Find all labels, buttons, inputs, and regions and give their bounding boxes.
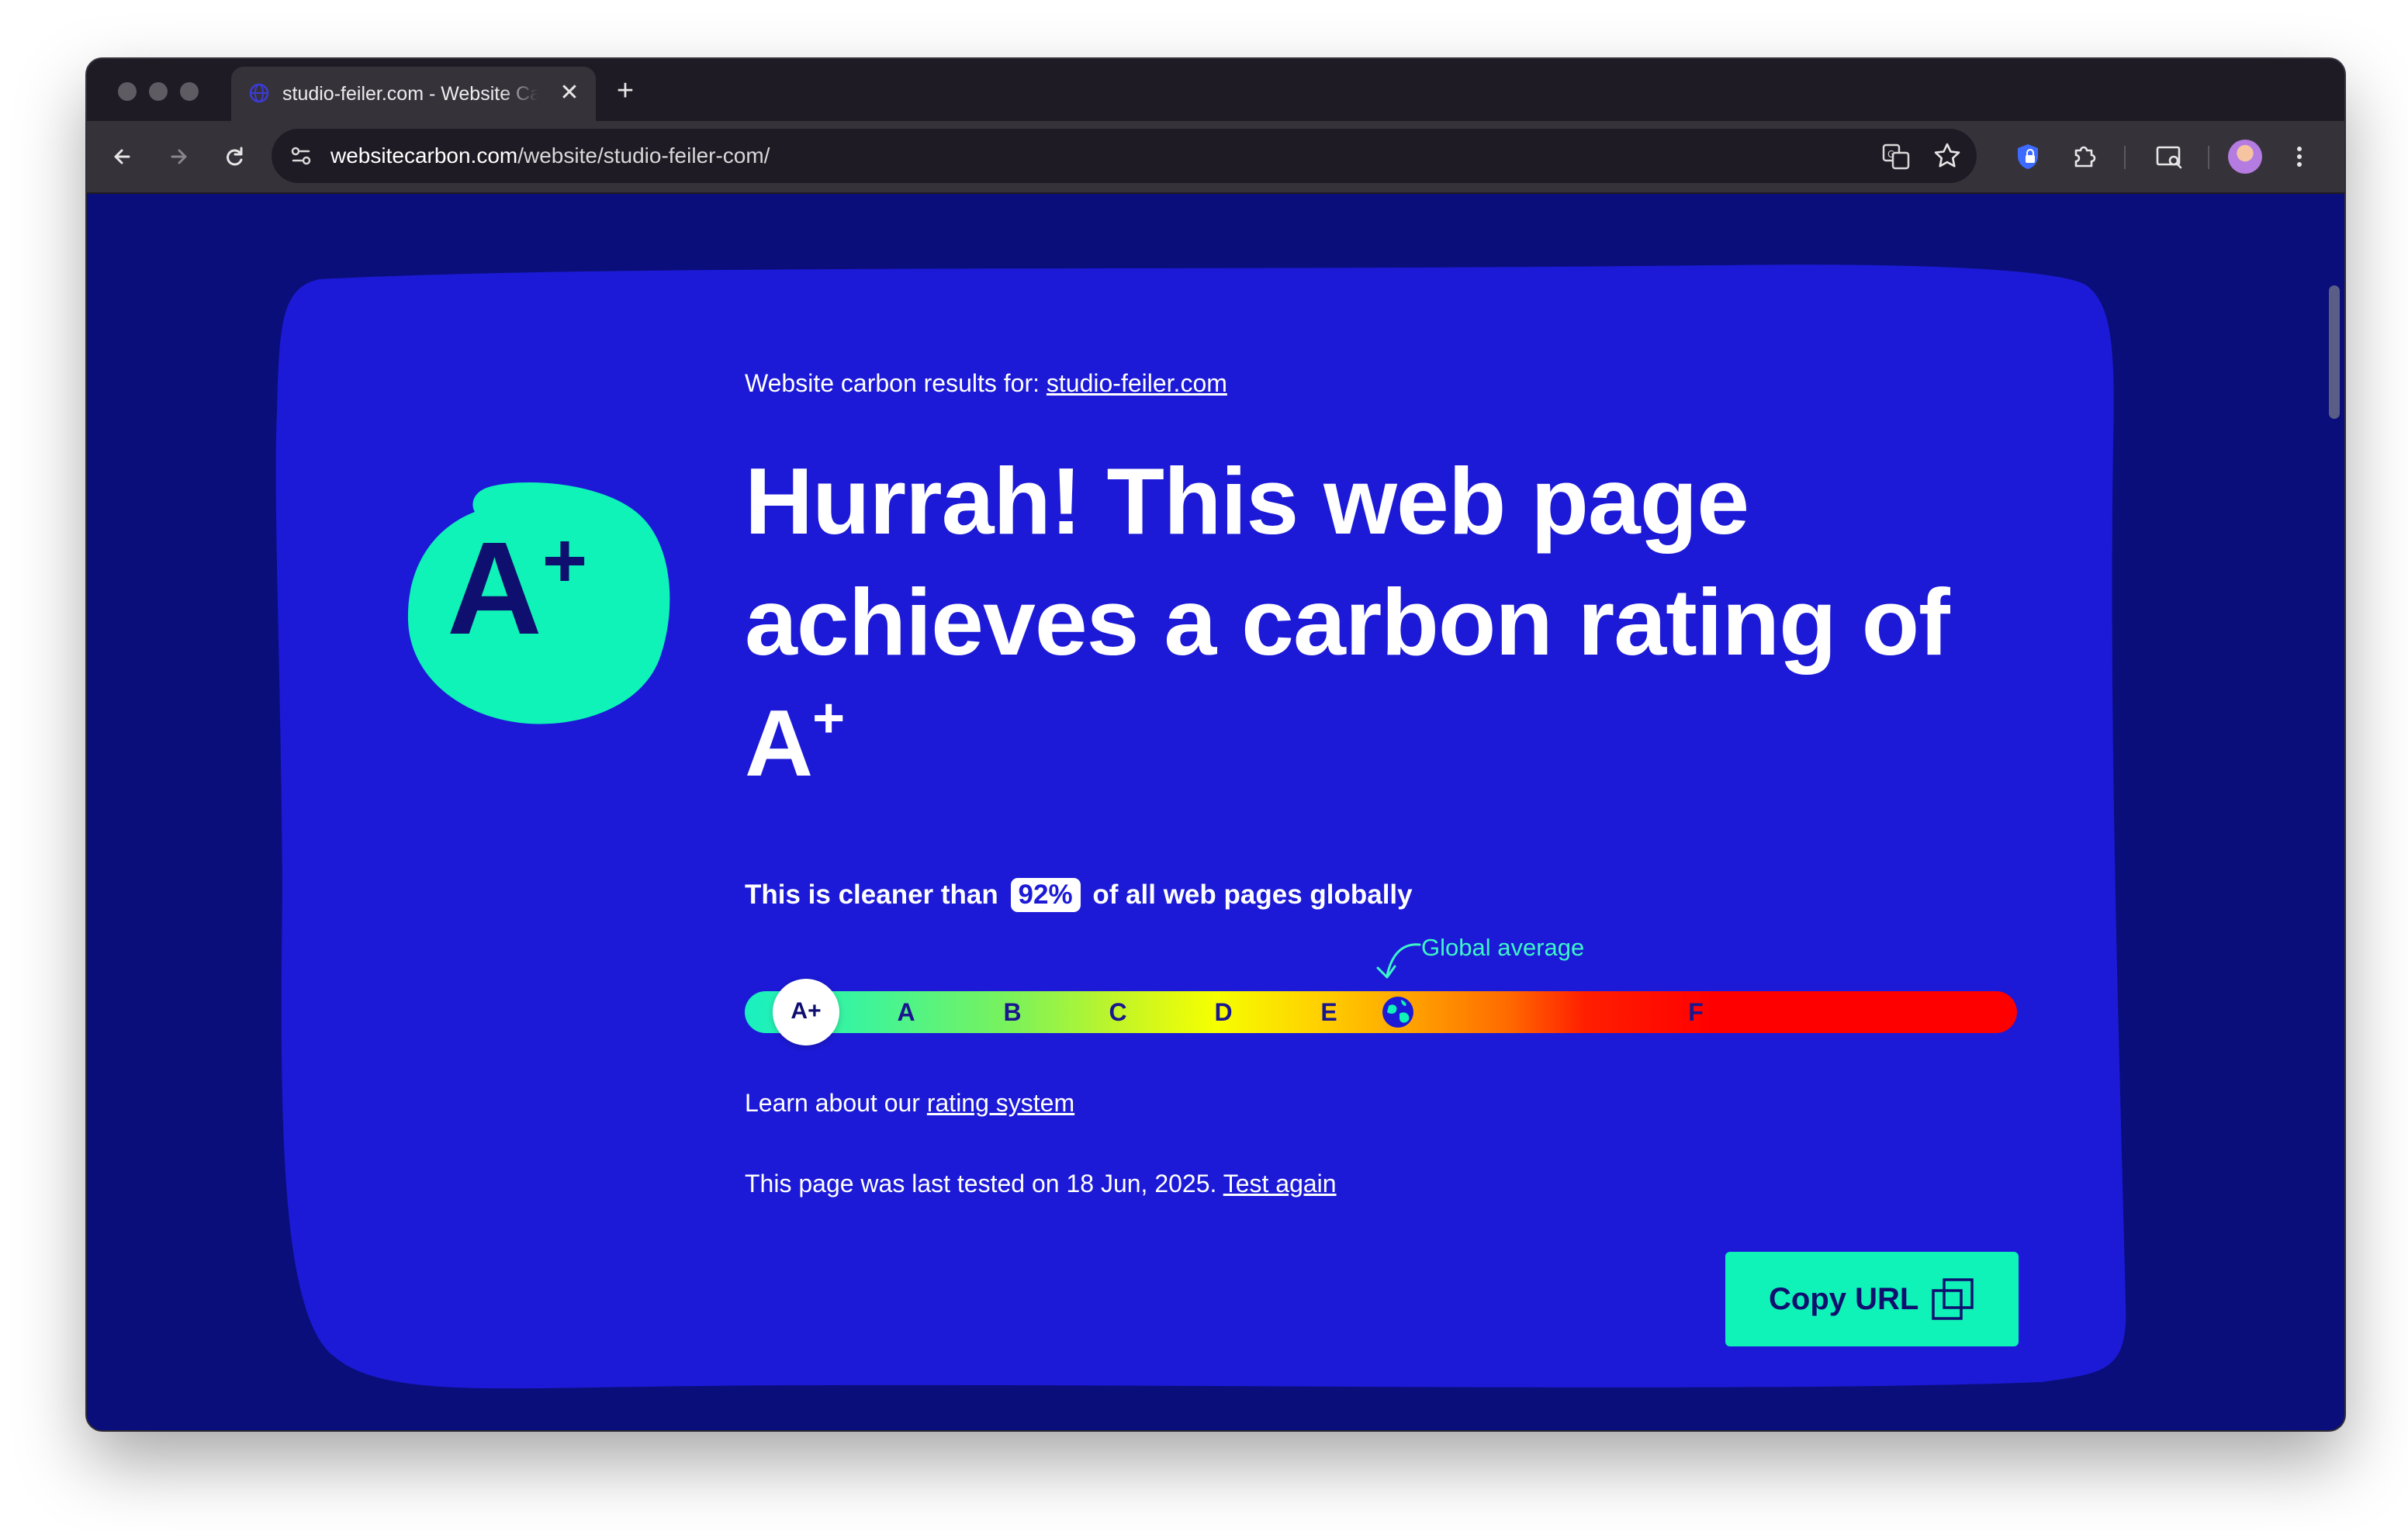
copy-icon	[1932, 1278, 1974, 1320]
results-for-label: Website carbon results for:	[745, 369, 1040, 397]
scrollbar-thumb[interactable]	[2329, 285, 2340, 419]
window-close-control[interactable]	[118, 82, 137, 101]
url-text[interactable]: websitecarbon.com/website/studio-feiler-…	[330, 143, 770, 168]
scale-letter: B	[1003, 998, 1022, 1026]
site-info-icon[interactable]	[284, 139, 318, 173]
test-again-link[interactable]: Test again	[1223, 1170, 1337, 1197]
copy-url-button[interactable]: Copy URL	[1725, 1252, 2019, 1346]
rating-system-link[interactable]: rating system	[927, 1089, 1074, 1117]
scale-letter: E	[1320, 998, 1337, 1026]
learn-line: Learn about our rating system	[745, 1089, 1075, 1117]
back-arrow-icon[interactable]	[106, 140, 140, 174]
page-title: Hurrah! This web page achieves a carbon …	[745, 448, 1950, 796]
url-host: websitecarbon.com	[330, 143, 518, 168]
reload-icon[interactable]	[217, 140, 251, 174]
window-zoom-control[interactable]	[180, 82, 199, 101]
window-minimize-control[interactable]	[149, 82, 168, 101]
tab-strip: studio-feiler.com - Website Carbon Calcu…	[87, 59, 2344, 121]
cleaner-than-text: This is cleaner than 92% of all web page…	[745, 878, 1413, 912]
copy-url-label: Copy URL	[1769, 1282, 1919, 1316]
globe-favicon-icon	[249, 83, 269, 103]
puzzle-icon[interactable]	[2067, 140, 2101, 174]
results-for-line: Website carbon results for: studio-feile…	[745, 369, 1227, 398]
scale-letter: D	[1214, 998, 1233, 1026]
forward-arrow-icon[interactable]	[161, 140, 195, 174]
tab-close-icon[interactable]: ✕	[557, 81, 582, 105]
curved-arrow-icon	[1376, 943, 1421, 979]
badge-grade: A+	[447, 515, 587, 662]
avatar[interactable]	[2228, 140, 2262, 174]
tab-active[interactable]: studio-feiler.com - Website Carbon Calcu…	[231, 67, 596, 121]
toolbar-divider	[2208, 146, 2209, 169]
last-tested-line: This page was last tested on 18 Jun, 202…	[745, 1170, 1337, 1197]
reading-mode-icon[interactable]	[2152, 140, 2186, 174]
percent-badge: 92%	[1010, 878, 1081, 912]
site-link[interactable]: studio-feiler.com	[1047, 369, 1227, 397]
scale-letter: C	[1109, 998, 1127, 1026]
tab-title: studio-feiler.com - Website Carbon Calcu…	[282, 83, 538, 105]
rating-scale: A B C D E F A+	[745, 979, 2017, 1045]
rating-badge: A+	[403, 481, 672, 727]
browser-toolbar: websitecarbon.com/website/studio-feiler-…	[87, 121, 2344, 194]
page-content: A+ Website carbon results for: studio-fe…	[87, 194, 2321, 1430]
global-average-label: Global average	[1421, 934, 1585, 961]
translate-icon[interactable]: G	[1879, 139, 1913, 173]
url-path: /website/studio-feiler-com/	[517, 143, 770, 168]
headline-grade: A	[745, 690, 813, 796]
headline-grade-plus: +	[812, 687, 845, 749]
svg-text:G: G	[1887, 149, 1894, 160]
address-bar[interactable]: websitecarbon.com/website/studio-feiler-…	[272, 129, 1977, 183]
scrollbar[interactable]	[2323, 194, 2344, 1430]
current-rating-marker: A+	[773, 979, 839, 1045]
globe-icon	[1382, 997, 1413, 1028]
toolbar-divider	[2124, 146, 2126, 169]
scale-letter: A	[897, 998, 915, 1026]
scale-letter: F	[1688, 998, 1704, 1026]
star-icon[interactable]	[1930, 139, 1964, 173]
shield-extension-icon[interactable]	[2011, 140, 2045, 174]
new-tab-button[interactable]: +	[610, 76, 641, 107]
browser-window: studio-feiler.com - Website Carbon Calcu…	[87, 59, 2344, 1430]
kebab-menu-icon[interactable]	[2282, 140, 2316, 174]
